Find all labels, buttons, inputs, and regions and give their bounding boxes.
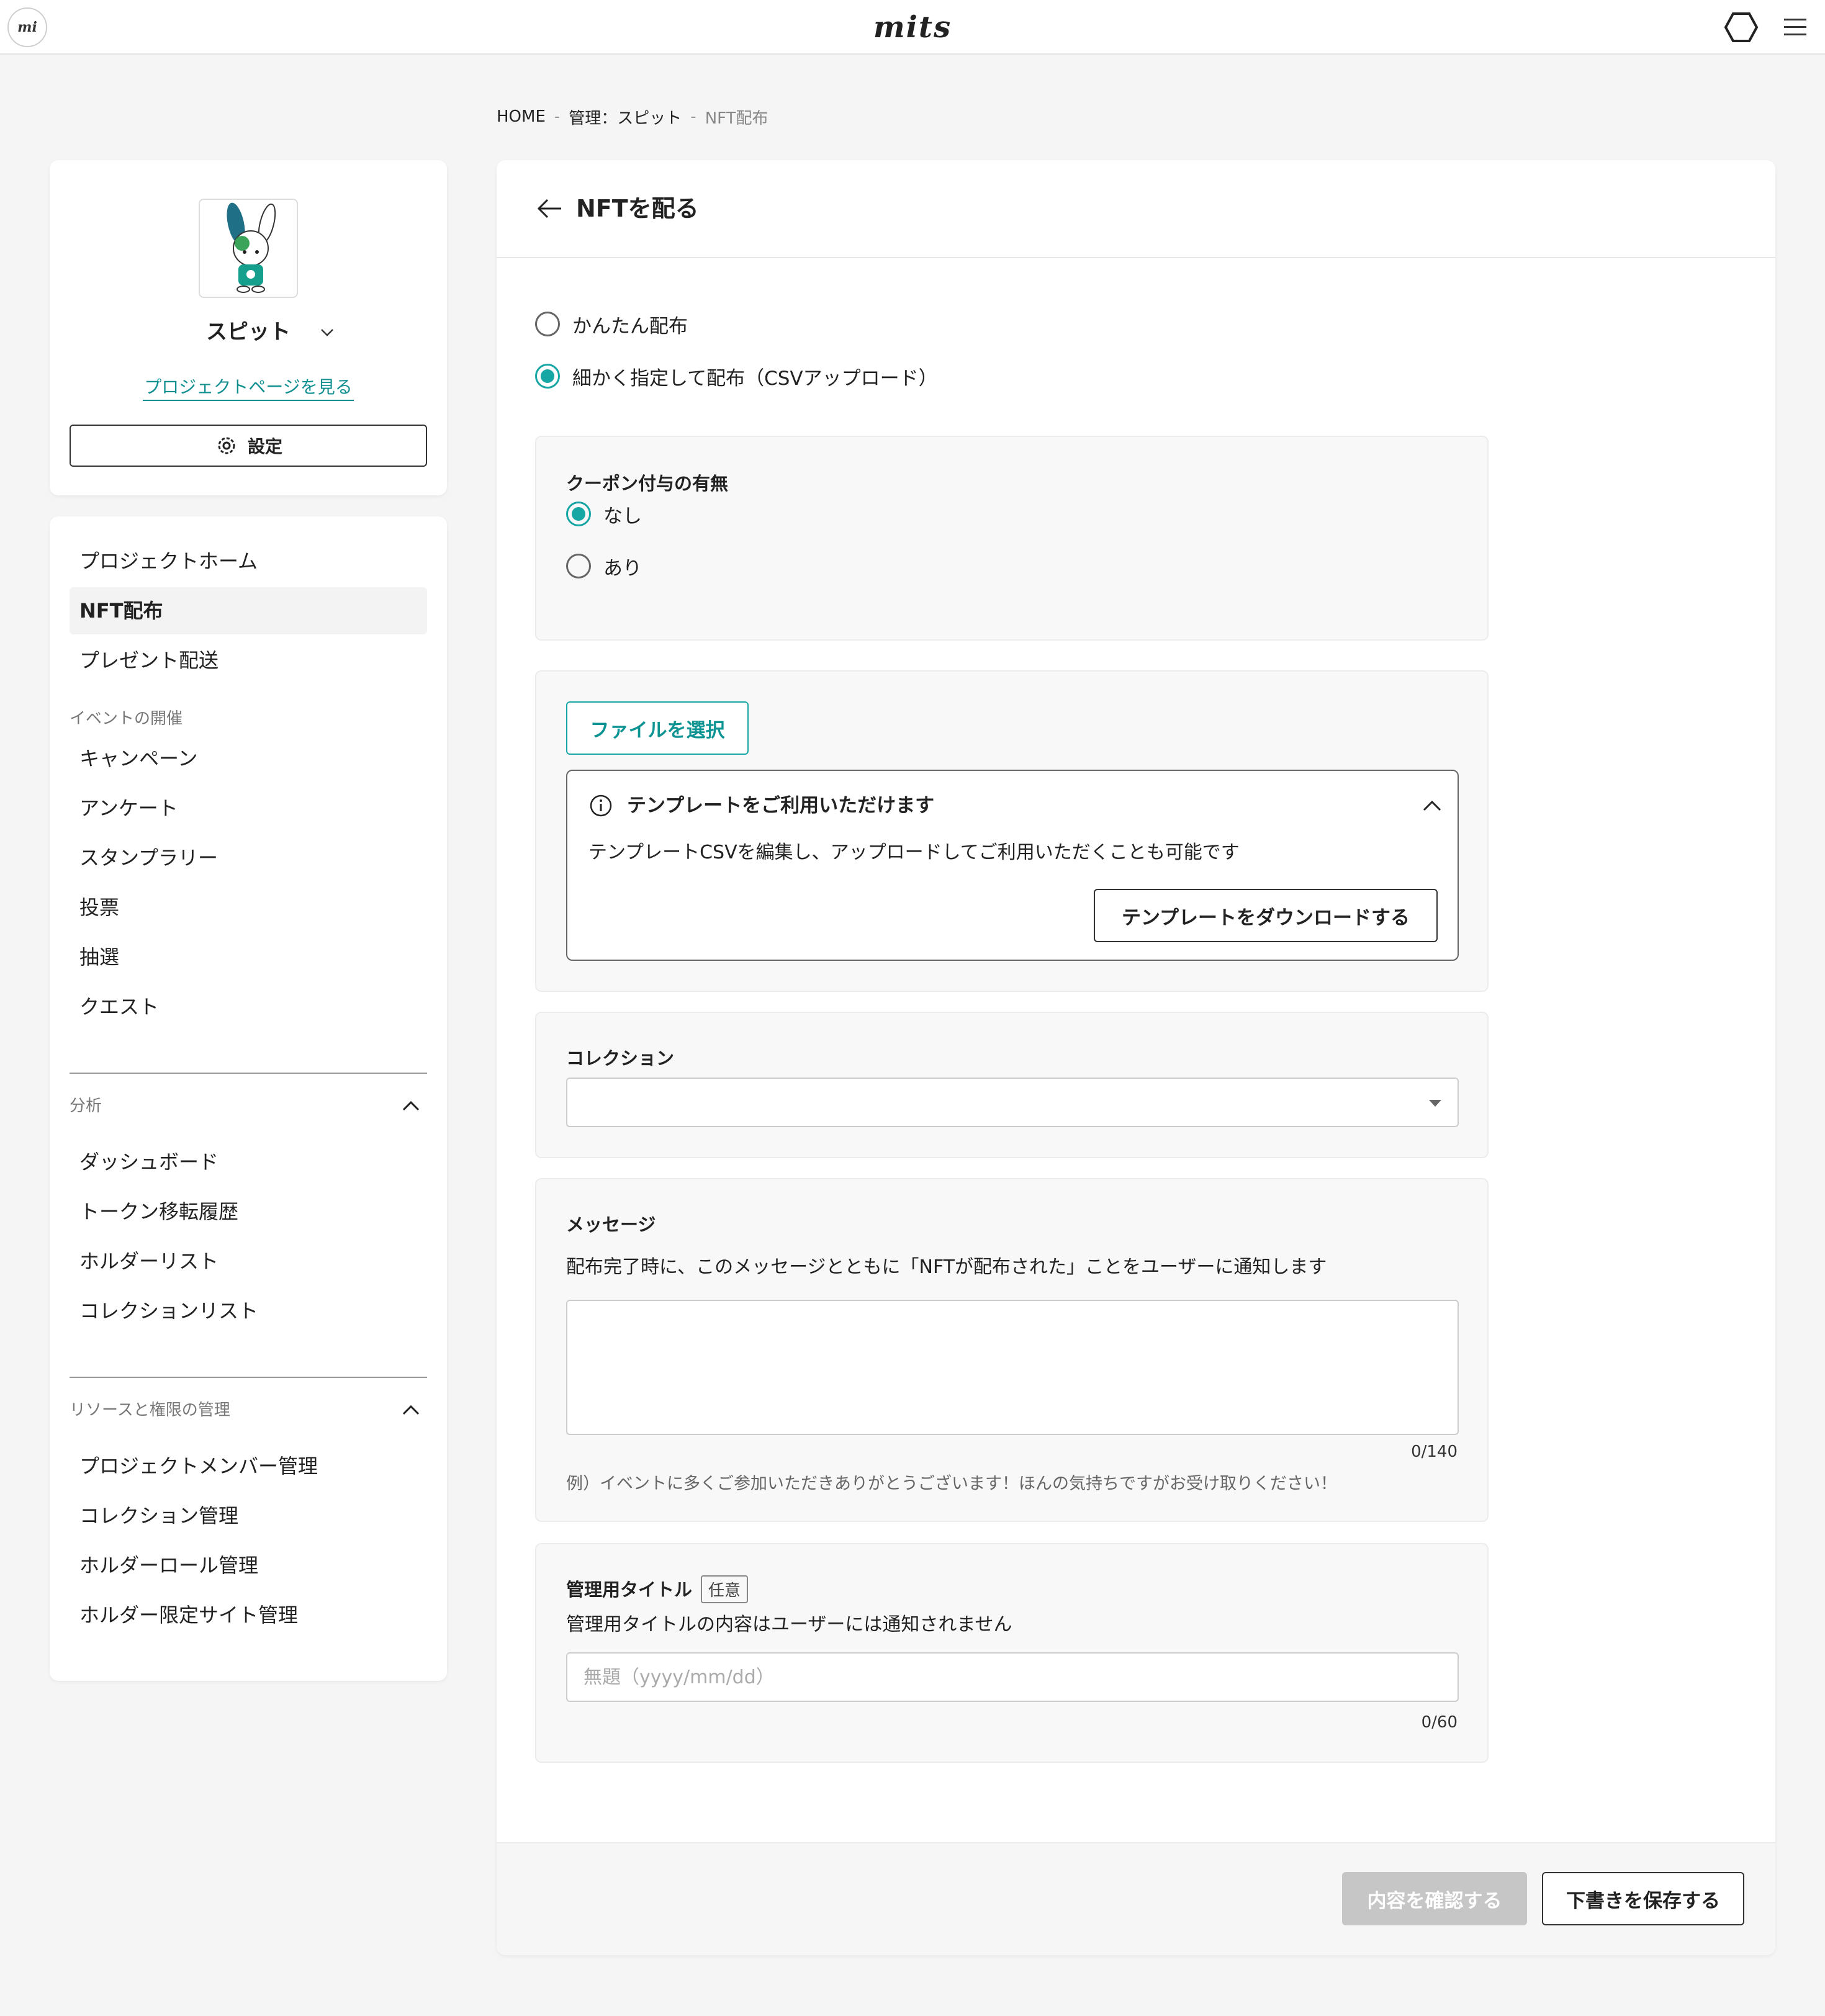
sidebar-item-vote[interactable]: 投票 — [70, 884, 427, 931]
radio-label: なし — [603, 505, 642, 528]
radio-coupon-none[interactable]: なし — [566, 497, 642, 531]
sidebar-item-holder-roles[interactable]: ホルダーロール管理 — [70, 1542, 427, 1589]
sidebar-item-present-delivery[interactable]: プレゼント配送 — [70, 637, 427, 684]
top-bar: mi mits — [0, 0, 1825, 55]
chevron-down-icon[interactable] — [318, 323, 336, 341]
radio-csv-distribution[interactable]: 細かく指定して配布（CSVアップロード） — [535, 359, 938, 394]
admin-title-input[interactable] — [566, 1652, 1459, 1702]
sidebar-nav: プロジェクトホーム NFT配布 プレゼント配送 イベントの開催 キャンペーン ア… — [50, 516, 447, 1681]
section-label-analysis: 分析 — [70, 1097, 102, 1115]
message-textarea[interactable] — [566, 1300, 1459, 1435]
message-char-counter: 0/140 — [1411, 1442, 1458, 1461]
radio-label: 細かく指定して配布（CSVアップロード） — [572, 367, 938, 390]
select-file-button[interactable]: ファイルを選択 — [566, 701, 749, 755]
info-icon — [590, 794, 612, 817]
collection-panel: コレクション — [535, 1012, 1489, 1158]
sidebar-item-lottery[interactable]: 抽選 — [70, 934, 427, 981]
breadcrumb-separator: - — [554, 107, 561, 126]
optional-badge: 任意 — [701, 1575, 749, 1603]
radio-easy-distribution[interactable]: かんたん配布 — [535, 307, 688, 341]
message-panel: メッセージ 配布完了時に、このメッセージとともに「NFTが配布された」ことをユー… — [535, 1178, 1489, 1522]
hamburger-menu-icon[interactable] — [1783, 16, 1808, 38]
radio-label: あり — [603, 557, 642, 580]
rabbit-mascot-image — [227, 202, 276, 293]
settings-button[interactable]: 設定 — [70, 425, 427, 467]
gear-icon — [218, 437, 235, 454]
coupon-panel: クーポン付与の有無 なし あり — [535, 436, 1489, 641]
radio-coupon-yes[interactable]: あり — [566, 549, 642, 583]
section-label-events: イベントの開催 — [70, 709, 183, 728]
sidebar-item-stamp-rally[interactable]: スタンプラリー — [70, 834, 427, 881]
breadcrumb-current: NFT配布 — [705, 109, 768, 128]
radio-button-checked[interactable] — [566, 502, 591, 526]
message-example: 例）イベントに多くご参加いただきありがとうございます！ほんの気持ちですがお受け取… — [566, 1474, 1337, 1493]
sidebar-item-project-home[interactable]: プロジェクトホーム — [70, 538, 427, 585]
project-name: スピット — [206, 320, 291, 344]
save-draft-button[interactable]: 下書きを保存する — [1542, 1872, 1744, 1925]
app-logo-mark[interactable]: mi — [7, 7, 47, 47]
file-upload-panel: ファイルを選択 テンプレートをご利用いただけます テンプレートCSVを編集し、ア… — [535, 670, 1489, 992]
nft-distribution-form: NFTを配る かんたん配布 細かく指定して配布（CSVアップロード） クーポン付… — [497, 160, 1775, 1955]
radio-label: かんたん配布 — [572, 315, 688, 338]
sidebar-item-survey[interactable]: アンケート — [70, 785, 427, 832]
coupon-title: クーポン付与の有無 — [566, 473, 729, 494]
project-avatar — [199, 199, 298, 298]
template-info-box: テンプレートをご利用いただけます テンプレートCSVを編集し、アップロードしてご… — [566, 770, 1459, 961]
divider — [70, 1073, 427, 1074]
sidebar-item-project-members[interactable]: プロジェクトメンバー管理 — [70, 1442, 427, 1490]
confirm-content-button[interactable]: 内容を確認する — [1342, 1872, 1527, 1925]
radio-button[interactable] — [535, 312, 560, 336]
collection-title: コレクション — [566, 1048, 675, 1069]
radio-button[interactable] — [566, 554, 591, 578]
sidebar-item-collection-management[interactable]: コレクション管理 — [70, 1492, 427, 1539]
sidebar-item-nft-distribution[interactable]: NFT配布 — [70, 587, 427, 634]
breadcrumb-project[interactable]: 管理：スピット — [569, 106, 682, 128]
chevron-up-icon[interactable] — [1420, 794, 1444, 818]
breadcrumb: HOME - 管理：スピット - NFT配布 — [497, 104, 768, 129]
message-description: 配布完了時に、このメッセージとともに「NFTが配布された」ことをユーザーに通知し… — [566, 1256, 1327, 1278]
template-info-title: テンプレートをご利用いただけます — [627, 794, 935, 817]
admin-title-panel: 管理用タイトル任意 管理用タイトルの内容はユーザーには通知されません 0/60 — [535, 1543, 1489, 1763]
arrow-left-icon[interactable] — [535, 194, 565, 223]
project-page-link[interactable]: プロジェクトページを見る — [143, 375, 354, 401]
sidebar-item-campaign[interactable]: キャンペーン — [70, 735, 427, 782]
sidebar-item-dashboard[interactable]: ダッシュボード — [70, 1138, 427, 1186]
sidebar-item-holder-site[interactable]: ホルダー限定サイト管理 — [70, 1591, 427, 1639]
collection-select[interactable] — [566, 1078, 1459, 1127]
chevron-up-icon[interactable] — [399, 1094, 423, 1118]
divider — [70, 1377, 427, 1378]
breadcrumb-home[interactable]: HOME — [497, 107, 546, 126]
brand-logo[interactable]: mits — [857, 9, 968, 46]
dropdown-caret-icon — [1429, 1100, 1441, 1107]
admin-title-description: 管理用タイトルの内容はユーザーには通知されません — [566, 1614, 1012, 1636]
sidebar-item-holder-list[interactable]: ホルダーリスト — [70, 1238, 427, 1285]
page-title: NFTを配る — [576, 195, 699, 222]
sidebar-item-quest[interactable]: クエスト — [70, 983, 427, 1030]
chevron-up-icon[interactable] — [399, 1398, 423, 1423]
project-profile-card: スピット プロジェクトページを見る 設定 — [50, 160, 447, 495]
radio-button-checked[interactable] — [535, 364, 560, 389]
breadcrumb-separator: - — [690, 107, 696, 126]
sidebar-item-token-transfer-history[interactable]: トークン移転履歴 — [70, 1188, 427, 1235]
admin-title-char-counter: 0/60 — [1421, 1713, 1458, 1732]
admin-title-heading: 管理用タイトル 任意 — [566, 1575, 749, 1603]
settings-label: 設定 — [247, 437, 282, 456]
form-footer: 内容を確認する 下書きを保存する — [497, 1842, 1775, 1955]
template-info-description: テンプレートCSVを編集し、アップロードしてご利用いただくことも可能です — [588, 842, 1240, 863]
section-label-resources: リソースと権限の管理 — [70, 1401, 230, 1420]
download-template-button[interactable]: テンプレートをダウンロードする — [1094, 889, 1438, 942]
hexagon-icon[interactable] — [1723, 10, 1760, 45]
form-header: NFTを配る — [497, 160, 1775, 258]
sidebar-item-collection-list[interactable]: コレクションリスト — [70, 1287, 427, 1334]
message-title: メッセージ — [566, 1214, 656, 1235]
admin-title-label: 管理用タイトル — [566, 1579, 693, 1600]
